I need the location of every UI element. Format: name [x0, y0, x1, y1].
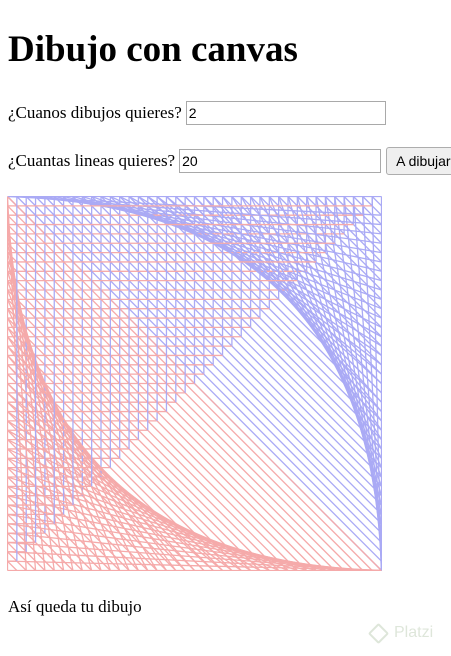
- drawings-row: ¿Cuanos dibujos quieres?: [8, 99, 386, 127]
- blue-curve-line: [278, 196, 382, 487]
- red-fan-line: [7, 523, 55, 571]
- drawing-svg: [7, 196, 382, 571]
- blue-fan-line: [184, 196, 382, 394]
- draw-button[interactable]: A dibujar: [386, 147, 451, 175]
- blue-fan-line: [334, 196, 382, 244]
- drawings-label: ¿Cuanos dibujos quieres?: [8, 103, 182, 122]
- lines-row: ¿Cuantas lineas quieres? A dibujar: [8, 147, 451, 175]
- red-curve-line: [7, 467, 298, 571]
- blue-fan-line: [371, 196, 382, 207]
- drawings-input[interactable]: [185, 101, 386, 125]
- caption: Así queda tu dibujo: [8, 597, 142, 616]
- page-title: Dibujo con canvas: [8, 29, 298, 70]
- red-fan-line: [7, 280, 298, 571]
- blue-fan-line: [147, 196, 382, 431]
- red-fan-line: [7, 336, 242, 571]
- lines-input[interactable]: [179, 149, 382, 173]
- platzi-watermark: Platzi: [367, 622, 434, 644]
- red-fan-line: [7, 373, 205, 571]
- platzi-logo-icon: [367, 622, 390, 644]
- watermark-text: Platzi: [394, 624, 434, 641]
- lines-label: ¿Cuantas lineas quieres?: [8, 151, 176, 170]
- red-fan-line: [7, 560, 18, 571]
- blue-fan-line: [91, 196, 382, 487]
- drawing-canvas: [7, 196, 382, 571]
